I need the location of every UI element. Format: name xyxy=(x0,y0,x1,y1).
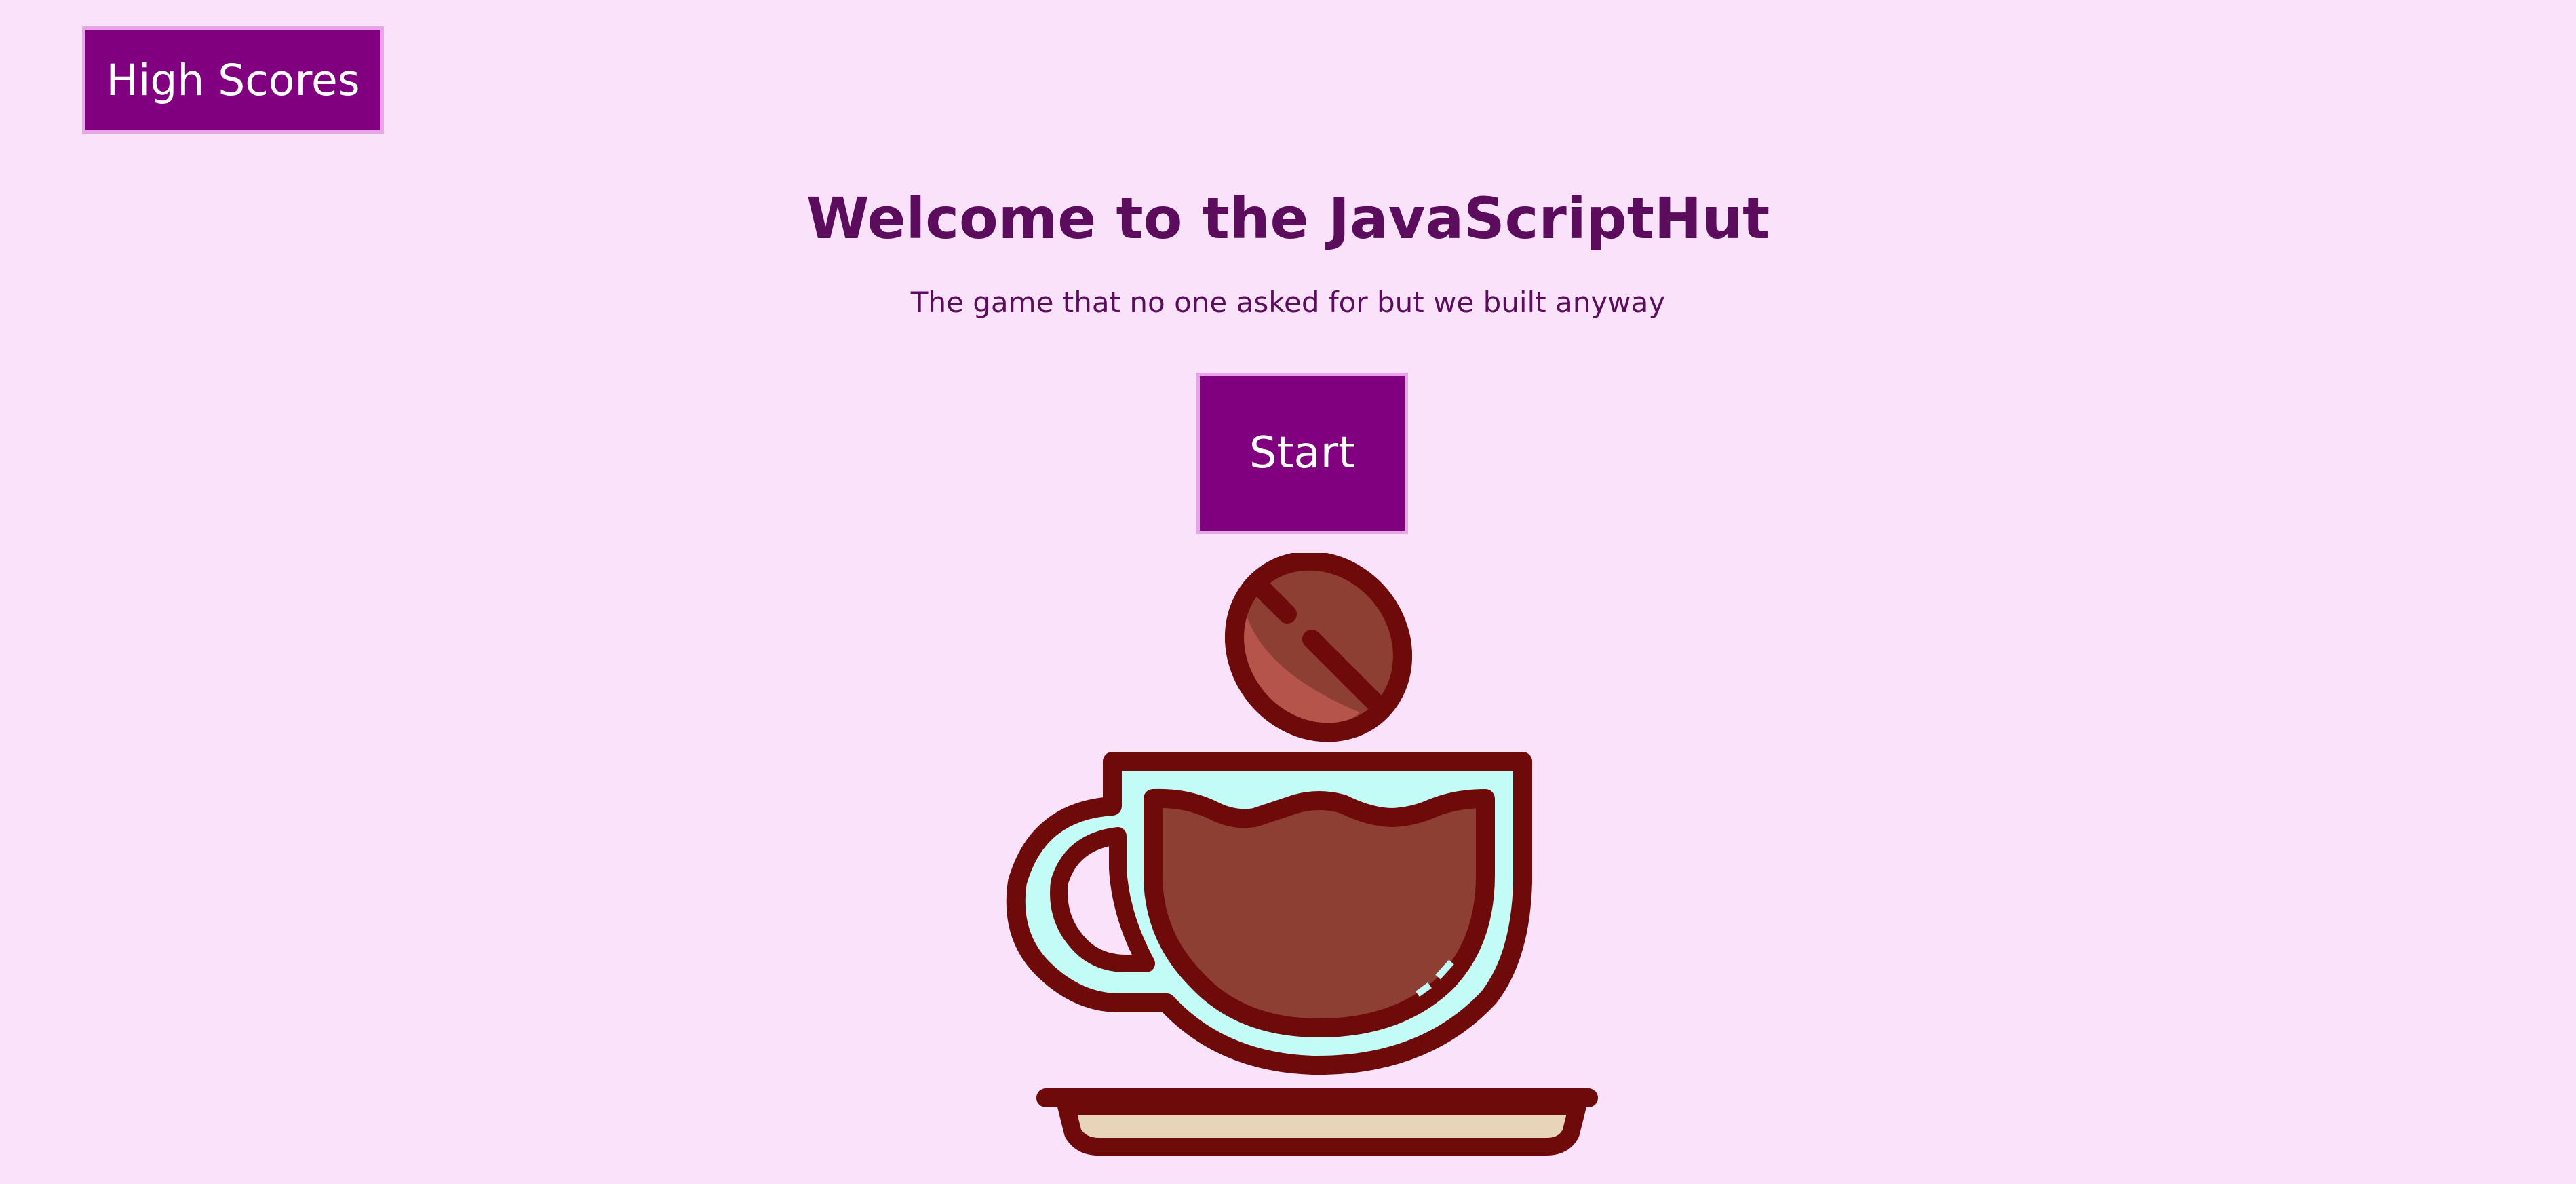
high-scores-button[interactable]: High Scores xyxy=(82,26,384,134)
page-subtitle: The game that no one asked for but we bu… xyxy=(910,286,1666,319)
saucer-icon xyxy=(1036,1088,1598,1156)
start-button[interactable]: Start xyxy=(1196,373,1408,534)
coffee-cup-with-bean-icon xyxy=(1006,553,1598,1156)
page-title: Welcome to the JavaScriptHut xyxy=(806,185,1770,252)
cup-icon xyxy=(1006,752,1532,1075)
game-start-screen: High Scores Welcome to the JavaScriptHut… xyxy=(0,0,2576,1184)
coffee-bean-icon xyxy=(1225,553,1412,742)
